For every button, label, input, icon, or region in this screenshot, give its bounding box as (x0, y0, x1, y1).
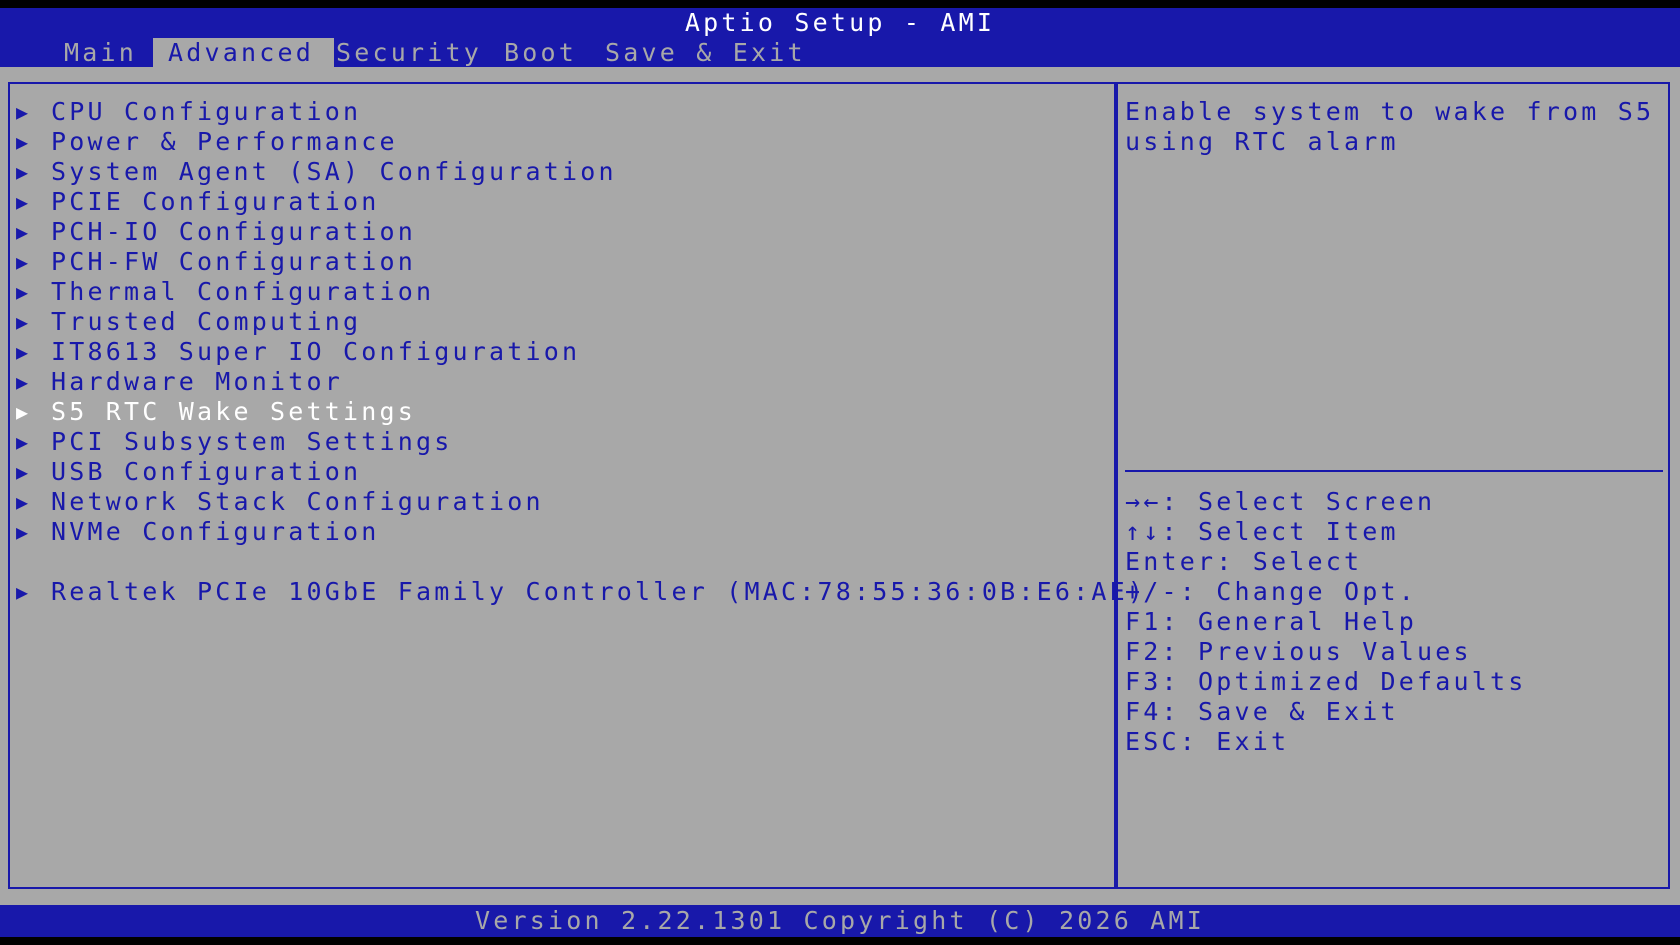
menu-item-label: Realtek PCIe 10GbE Family Controller (MA… (51, 577, 1147, 606)
submenu-arrow-icon: ▶ (16, 100, 29, 124)
submenu-arrow-icon: ▶ (16, 160, 29, 184)
key-select-screen: →←: Select Screen (1125, 487, 1436, 516)
tab-advanced[interactable]: Advanced (153, 38, 334, 67)
tab-security[interactable]: Security (336, 38, 479, 67)
key-escape-exit: ESC: Exit (1125, 727, 1290, 756)
menu-item-power-performance[interactable]: ▶ Power & Performance (16, 127, 1096, 157)
submenu-arrow-icon: ▶ (16, 280, 29, 304)
menu-item-trusted-computing[interactable]: ▶ Trusted Computing (16, 307, 1096, 337)
menu-item-label: System Agent (SA) Configuration (51, 157, 617, 186)
menu-item-s5-rtc-wake-settings[interactable]: ▶ S5 RTC Wake Settings (16, 397, 1096, 427)
tab-main-label: Main (64, 38, 138, 67)
menu-item-label: Trusted Computing (51, 307, 362, 336)
key-save-exit: F4: Save & Exit (1125, 697, 1399, 726)
key-optimized-defaults: F3: Optimized Defaults (1125, 667, 1527, 696)
menu-item-realtek-controller[interactable]: ▶ Realtek PCIe 10GbE Family Controller (M… (16, 577, 1143, 607)
menu-item-label: PCH-IO Configuration (51, 217, 417, 246)
submenu-arrow-icon: ▶ (16, 460, 29, 484)
menu-item-super-io-configuration[interactable]: ▶ IT8613 Super IO Configuration (16, 337, 1096, 367)
submenu-arrow-icon: ▶ (16, 370, 29, 394)
menu-item-pcie-configuration[interactable]: ▶ PCIE Configuration (16, 187, 1096, 217)
menu-item-label: IT8613 Super IO Configuration (51, 337, 581, 366)
menu-item-label: Hardware Monitor (51, 367, 344, 396)
menu-item-label: S5 RTC Wake Settings (51, 397, 417, 426)
submenu-arrow-icon: ▶ (16, 430, 29, 454)
submenu-arrow-icon: ▶ (16, 340, 29, 364)
menu-item-thermal-configuration[interactable]: ▶ Thermal Configuration (16, 277, 1096, 307)
tab-main[interactable]: Main (56, 38, 146, 67)
menu-item-label: PCH-FW Configuration (51, 247, 417, 276)
key-enter-select: Enter: Select (1125, 547, 1363, 576)
tab-boot[interactable]: Boot (504, 38, 574, 67)
menu-item-nvme-configuration[interactable]: ▶ NVMe Configuration (16, 517, 1096, 547)
version-copyright: Version 2.22.1301 Copyright (C) 2026 AMI (474, 906, 1206, 935)
help-text: Enable system to wake from S5 using RTC … (1125, 97, 1673, 156)
menu-item-pci-subsystem-settings[interactable]: ▶ PCI Subsystem Settings (16, 427, 1096, 457)
menu-item-pch-fw-configuration[interactable]: ▶ PCH-FW Configuration (16, 247, 1096, 277)
bios-screen: Aptio Setup - AMI Main Advanced Security… (0, 0, 1680, 945)
key-legend: →←: Select Screen ↑↓: Select Item Enter:… (1125, 487, 1665, 757)
submenu-arrow-icon: ▶ (16, 190, 29, 214)
key-select-item: ↑↓: Select Item (1125, 517, 1399, 546)
submenu-arrow-icon: ▶ (16, 520, 29, 544)
submenu-arrow-icon: ▶ (16, 250, 29, 274)
tab-save-exit-label: Save & Exit (605, 38, 806, 67)
tab-save-exit[interactable]: Save & Exit (605, 38, 803, 67)
menu-item-label: Thermal Configuration (51, 277, 435, 306)
menu-item-label: USB Configuration (51, 457, 362, 486)
menu-item-pch-io-configuration[interactable]: ▶ PCH-IO Configuration (16, 217, 1096, 247)
tab-security-label: Security (336, 38, 483, 67)
tab-advanced-label: Advanced (168, 38, 315, 67)
menu-item-label: PCI Subsystem Settings (51, 427, 453, 456)
tab-boot-label: Boot (504, 38, 578, 67)
submenu-arrow-icon: ▶ (16, 400, 29, 424)
key-change-option: +/-: Change Opt. (1125, 577, 1418, 606)
advanced-menu: ▶ CPU Configuration ▶ Power & Performance … (16, 97, 1143, 607)
menu-item-label: PCIE Configuration (51, 187, 380, 216)
setup-title: Aptio Setup - AMI (684, 8, 996, 37)
menu-item-usb-configuration[interactable]: ▶ USB Configuration (16, 457, 1096, 487)
menu-spacer (16, 547, 1096, 577)
menu-item-hardware-monitor[interactable]: ▶ Hardware Monitor (16, 367, 1096, 397)
key-previous-values: F2: Previous Values (1125, 637, 1472, 666)
menu-item-network-stack-configuration[interactable]: ▶ Network Stack Configuration (16, 487, 1096, 517)
menu-item-system-agent-configuration[interactable]: ▶ System Agent (SA) Configuration (16, 157, 1096, 187)
menu-item-label: NVMe Configuration (51, 517, 380, 546)
menu-item-label: Power & Performance (51, 127, 398, 156)
submenu-arrow-icon: ▶ (16, 220, 29, 244)
submenu-arrow-icon: ▶ (16, 130, 29, 154)
submenu-arrow-icon: ▶ (16, 580, 29, 604)
menu-item-label: Network Stack Configuration (51, 487, 544, 516)
tab-bar: Main Advanced Security Boot Save & Exit (0, 38, 1680, 67)
submenu-arrow-icon: ▶ (16, 490, 29, 514)
submenu-arrow-icon: ▶ (16, 310, 29, 334)
menu-item-cpu-configuration[interactable]: ▶ CPU Configuration (16, 97, 1096, 127)
help-divider (1125, 470, 1663, 472)
panel-divider (1114, 82, 1118, 889)
key-general-help: F1: General Help (1125, 607, 1418, 636)
menu-item-label: CPU Configuration (51, 97, 362, 126)
